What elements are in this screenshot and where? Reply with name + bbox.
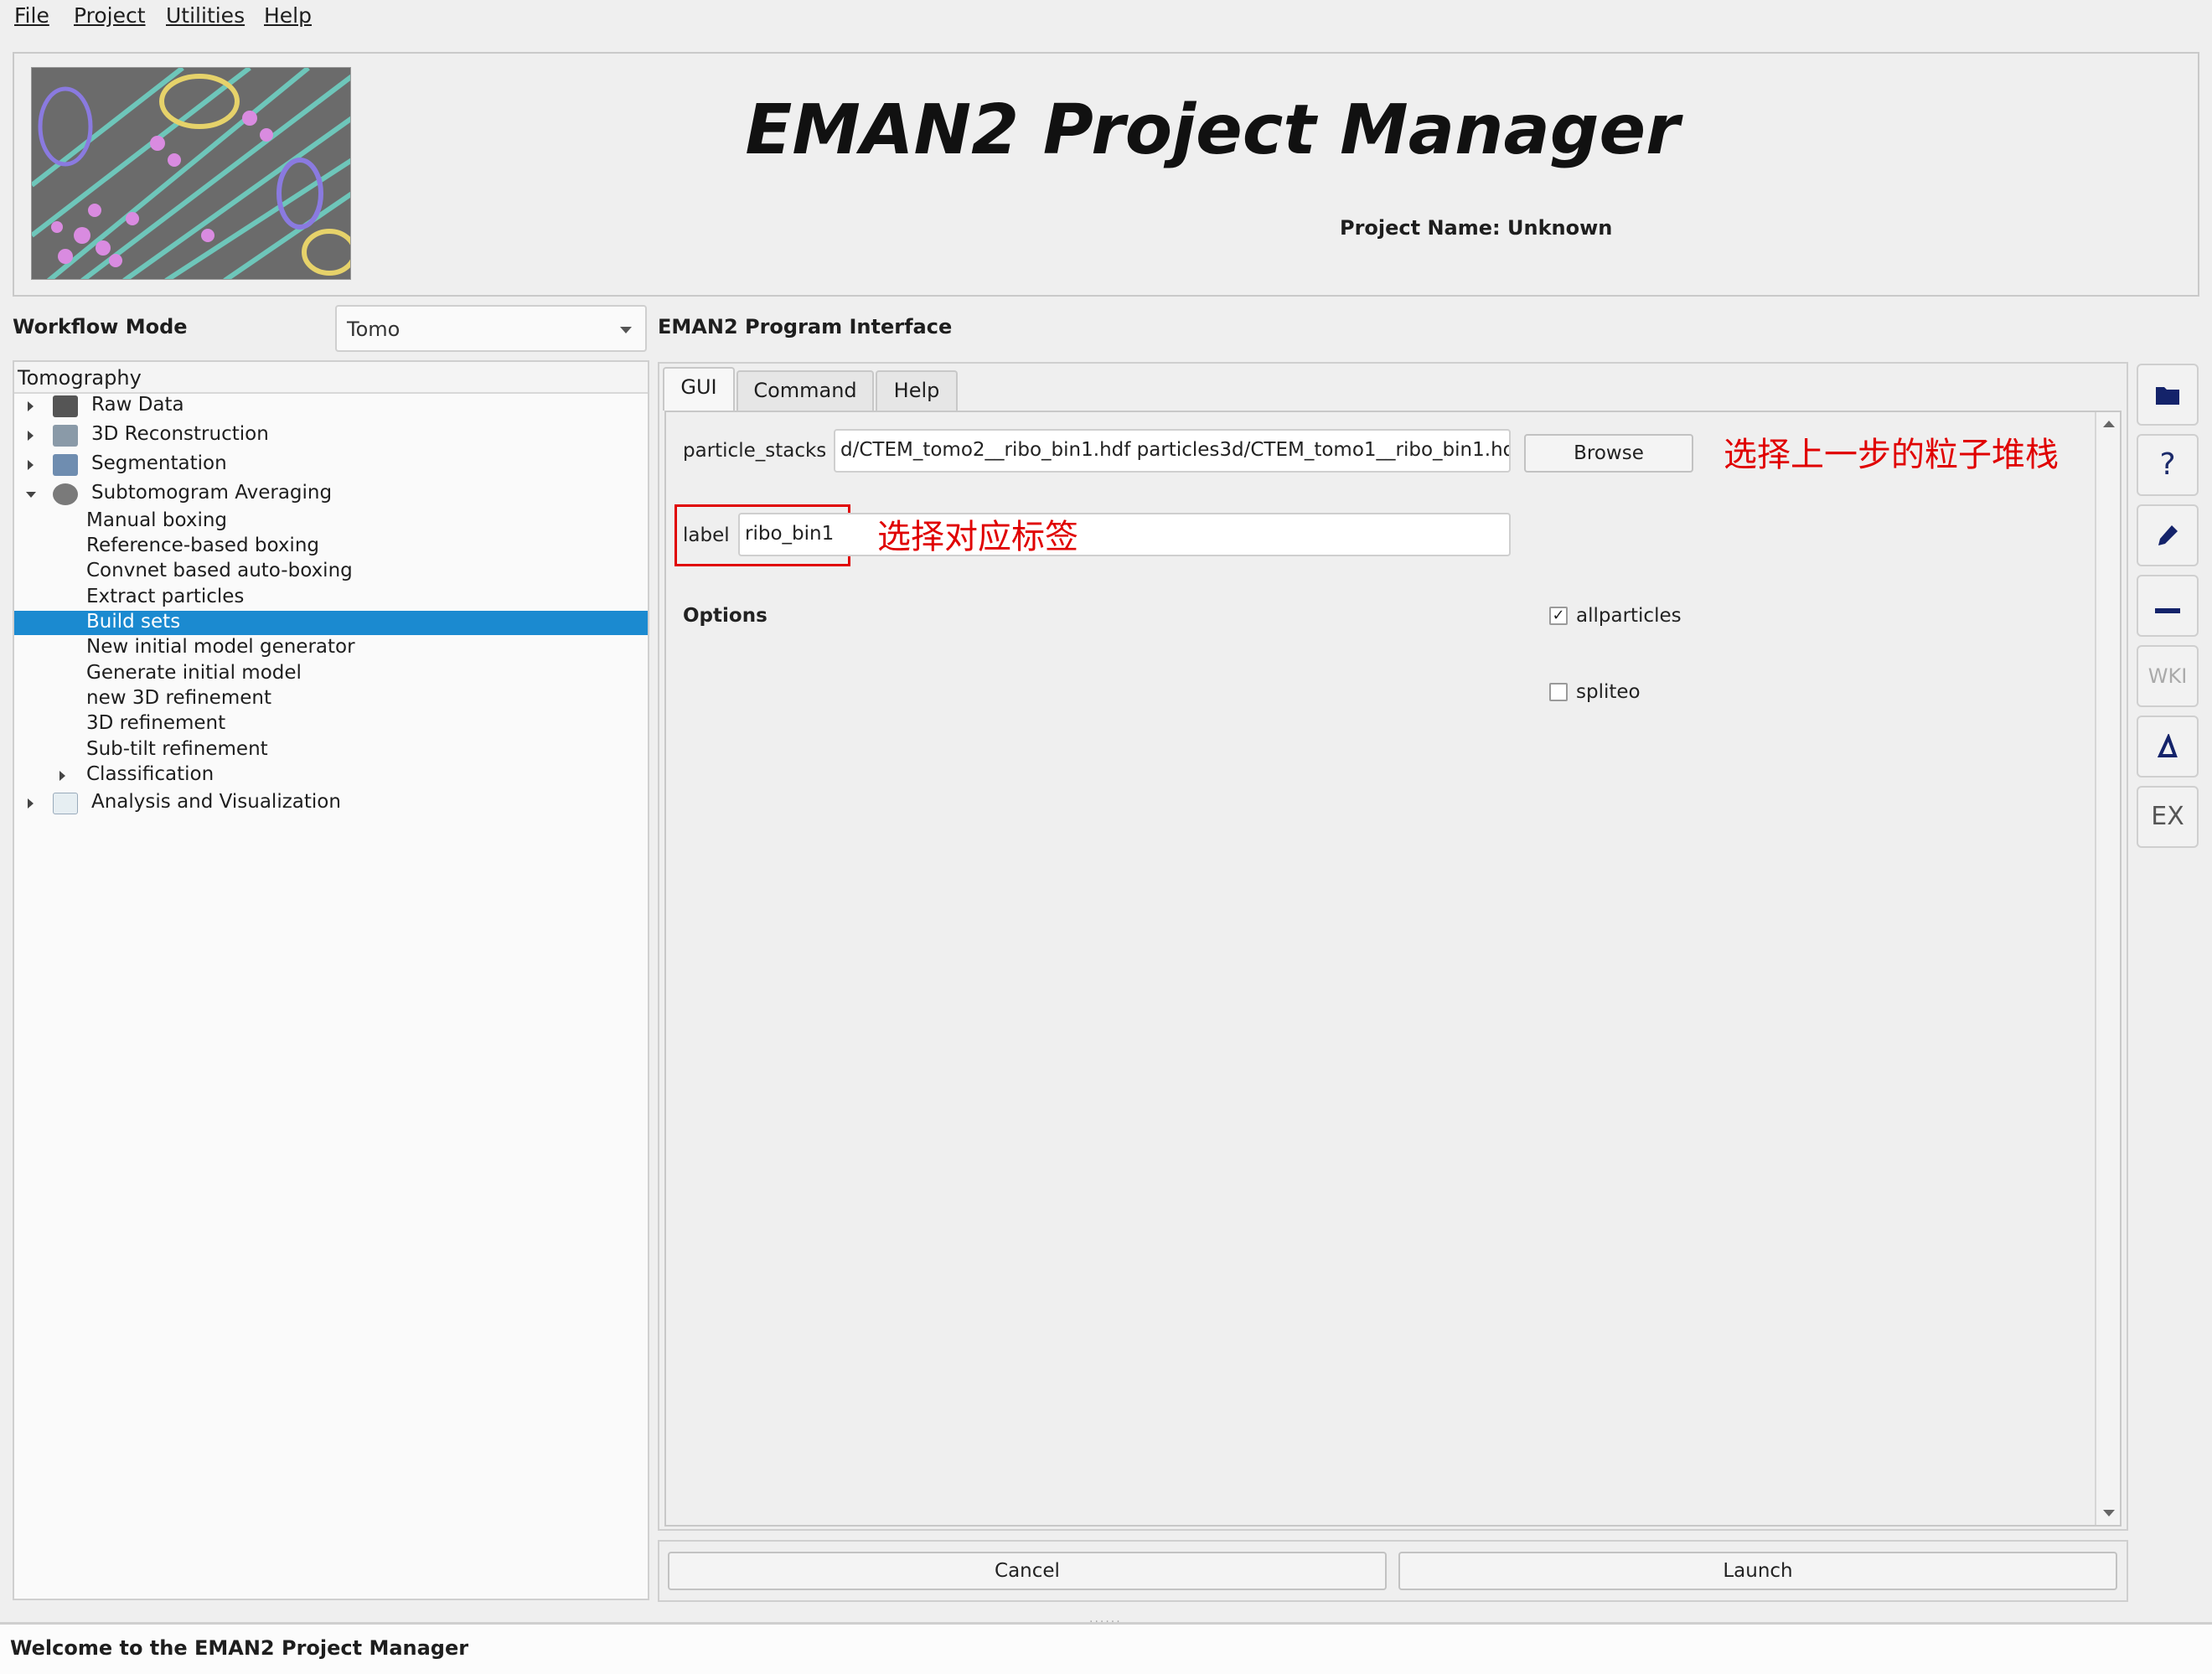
allparticles-checkbox[interactable]: ✓ — [1549, 607, 1568, 625]
tree-item-3d-reconstruction[interactable]: 3D Reconstruction — [14, 423, 648, 449]
tree-header: Tomography — [14, 362, 648, 394]
tree-item-manual-boxing[interactable]: Manual boxing — [14, 509, 648, 535]
vertical-scrollbar[interactable] — [2095, 412, 2120, 1525]
subtomogram-icon — [53, 483, 78, 505]
workflow-mode-label: Workflow Mode — [13, 315, 188, 338]
tree-item-classification[interactable]: Classification — [14, 763, 648, 789]
spliteo-label: spliteo — [1576, 681, 1641, 703]
tree-item-sub-tilt-refinement[interactable]: Sub-tilt refinement — [14, 738, 648, 764]
wiki-icon[interactable]: WKI — [2137, 645, 2199, 707]
chevron-down-icon — [620, 327, 632, 333]
tree-item-new-3d-refinement[interactable]: new 3D refinement — [14, 687, 648, 713]
workflow-tree[interactable]: Tomography Raw Data 3D Reconstruction Se… — [13, 360, 649, 1600]
expand-arrow-icon[interactable] — [28, 401, 34, 411]
annotation-label-note: 选择对应标签 — [877, 518, 1078, 556]
menu-file[interactable]: File — [14, 3, 49, 28]
minus-icon[interactable] — [2137, 575, 2199, 637]
menu-project[interactable]: Project — [74, 3, 146, 28]
expand-arrow-icon[interactable] — [28, 431, 34, 441]
tree-item-analysis-visualization[interactable]: Analysis and Visualization — [14, 791, 648, 817]
tree-item-subtomogram-averaging[interactable]: Subtomogram Averaging — [14, 482, 648, 508]
cancel-button[interactable]: Cancel — [668, 1552, 1387, 1590]
pencil-icon[interactable] — [2137, 504, 2199, 566]
gui-tab-content: particle_stacks d/CTEM_tomo2__ribo_bin1.… — [664, 411, 2122, 1527]
tab-command[interactable]: Command — [736, 370, 874, 411]
particle-stacks-label: particle_stacks — [683, 440, 827, 462]
options-heading: Options — [683, 605, 767, 627]
segmentation-icon — [53, 454, 78, 476]
expand-arrow-icon[interactable] — [59, 771, 65, 781]
launch-button[interactable]: Launch — [1398, 1552, 2117, 1590]
spliteo-checkbox[interactable] — [1549, 683, 1568, 701]
collapse-arrow-icon[interactable] — [26, 492, 36, 498]
tree-item-new-initial-model-generator[interactable]: New initial model generator — [14, 636, 648, 662]
scroll-up-icon[interactable] — [2103, 421, 2115, 427]
workflow-mode-value: Tomo — [347, 318, 401, 341]
annotation-stacks-note: 选择上一步的粒子堆栈 — [1724, 436, 2059, 474]
menu-bar: File Project Utilities Help — [0, 0, 2212, 37]
allparticles-label: allparticles — [1576, 605, 1682, 627]
menu-utilities[interactable]: Utilities — [166, 3, 245, 28]
folder-icon[interactable] — [2137, 364, 2199, 426]
raw-data-icon — [53, 395, 78, 417]
expand-arrow-icon[interactable] — [28, 798, 34, 809]
tree-item-reference-based-boxing[interactable]: Reference-based boxing — [14, 535, 648, 561]
program-interface-label: EMAN2 Program Interface — [658, 315, 953, 338]
tree-item-build-sets[interactable]: Build sets — [14, 611, 648, 635]
workflow-mode-select[interactable]: Tomo — [335, 305, 647, 352]
particle-stacks-input[interactable]: d/CTEM_tomo2__ribo_bin1.hdf particles3d/… — [834, 429, 1511, 473]
ex-icon[interactable]: EX — [2137, 786, 2199, 848]
tree-item-segmentation[interactable]: Segmentation — [14, 452, 648, 478]
help-icon[interactable]: ? — [2137, 434, 2199, 496]
header-banner: EMAN2 Project Manager Project Name: Unkn… — [13, 52, 2199, 297]
status-message: Welcome to the EMAN2 Project Manager — [10, 1636, 469, 1660]
status-bar: Welcome to the EMAN2 Project Manager — [0, 1622, 2212, 1674]
program-interface-panel: GUI Command Help particle_stacks d/CTEM_… — [658, 362, 2128, 1531]
label-input[interactable]: ribo_bin1 — [738, 513, 1511, 556]
project-name: Project Name: Unknown — [1340, 216, 1613, 240]
tab-gui[interactable]: GUI — [663, 367, 735, 411]
tree-item-extract-particles[interactable]: Extract particles — [14, 586, 648, 612]
tree-item-raw-data[interactable]: Raw Data — [14, 394, 648, 420]
tab-help[interactable]: Help — [876, 370, 958, 411]
app-title: EMAN2 Project Manager — [745, 90, 1680, 170]
tree-item-convnet-auto-boxing[interactable]: Convnet based auto-boxing — [14, 560, 648, 586]
reconstruction-icon — [53, 425, 78, 447]
tree-item-generate-initial-model[interactable]: Generate initial model — [14, 662, 648, 688]
action-button-bar: Cancel Launch — [658, 1540, 2128, 1602]
label-field-label: label — [683, 524, 730, 546]
tree-item-3d-refinement[interactable]: 3D refinement — [14, 712, 648, 738]
analysis-icon — [53, 793, 78, 814]
menu-help[interactable]: Help — [264, 3, 312, 28]
browse-button[interactable]: Browse — [1524, 434, 1693, 473]
scroll-down-icon[interactable] — [2103, 1510, 2115, 1516]
expand-arrow-icon[interactable] — [28, 460, 34, 470]
erase-icon[interactable] — [2137, 716, 2199, 778]
